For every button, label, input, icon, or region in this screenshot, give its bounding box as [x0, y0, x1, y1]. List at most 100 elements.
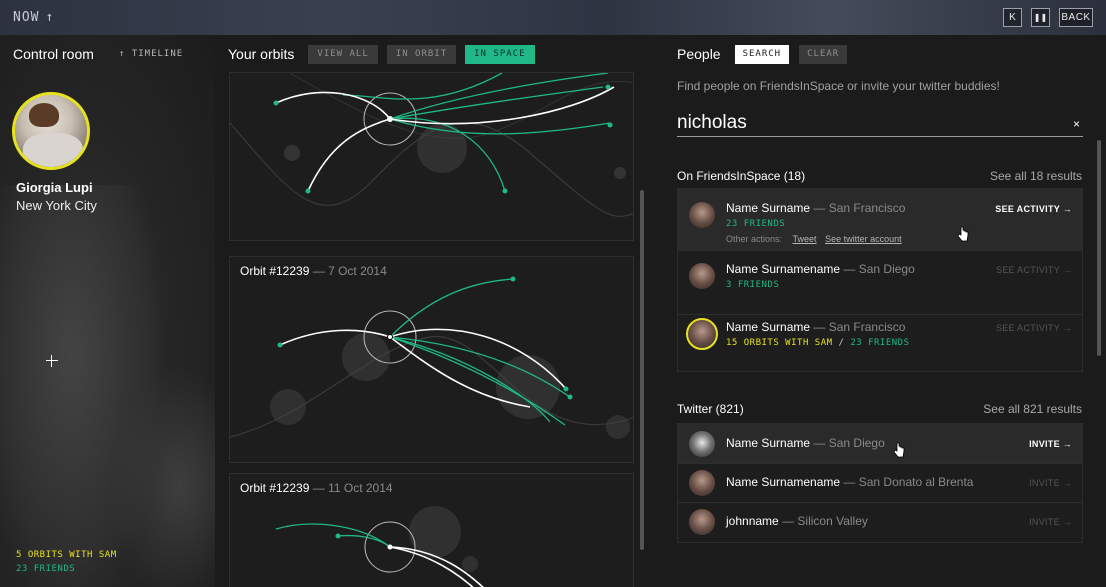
avatar-body	[23, 133, 83, 167]
people-header: People SEARCH CLEAR	[677, 44, 848, 64]
person-name: Name Surname	[726, 201, 811, 215]
person-city: — San Francisco	[813, 201, 906, 215]
orbits-with-sam-count: 5 ORBITS WITH SAM	[16, 550, 117, 560]
other-actions: Other actions: Tweet See twitter account	[726, 234, 902, 244]
person-city: — Silicon Valley	[782, 514, 868, 528]
orbit-id: Orbit #12239	[240, 264, 310, 278]
collapse-button[interactable]: K	[1003, 8, 1022, 27]
fis-see-all-link[interactable]: See all 18 results	[990, 169, 1082, 183]
see-twitter-account-link[interactable]: See twitter account	[825, 234, 902, 244]
now-label: NOW	[13, 10, 40, 25]
map-background-secondary	[110, 365, 215, 587]
twitter-heading: Twitter (821)	[677, 402, 744, 416]
list-item[interactable]: Name Surname — San Francisco 15 ORBITS W…	[678, 315, 1082, 371]
invite-button[interactable]: INVITE →	[1029, 478, 1072, 488]
fis-section-header: On FriendsInSpace (18) See all 18 result…	[677, 169, 1082, 185]
orbits-header: Your orbits VIEW ALL IN ORBIT IN SPACE	[228, 44, 544, 64]
orbit-date: — 7 Oct 2014	[312, 264, 387, 278]
avatar	[689, 509, 715, 535]
avatar	[689, 263, 715, 289]
avatar	[689, 202, 715, 228]
person-name: Name Surname	[726, 320, 811, 334]
clear-search-icon[interactable]: ×	[1073, 117, 1080, 131]
result-name: Name Surname — San Francisco	[726, 201, 905, 215]
person-name: johnname	[726, 514, 779, 528]
see-activity-button[interactable]: SEE ACTIVITY →	[996, 265, 1072, 275]
location-crosshair-icon	[46, 355, 58, 367]
tweet-link[interactable]: Tweet	[793, 234, 817, 244]
invite-button[interactable]: INVITE →	[1029, 517, 1072, 527]
see-activity-button[interactable]: SEE ACTIVITY →	[996, 323, 1072, 333]
clear-button[interactable]: CLEAR	[799, 44, 848, 64]
orbits-scrollbar[interactable]	[640, 190, 644, 550]
hand-cursor-icon	[893, 442, 905, 458]
fis-heading: On FriendsInSpace (18)	[677, 169, 806, 183]
people-title: People	[677, 46, 721, 62]
person-city: — San Diego	[843, 262, 915, 276]
orbit-date: — 11 Oct 2014	[312, 481, 393, 495]
control-room-title: Control room	[13, 46, 94, 62]
hand-cursor-icon	[957, 226, 969, 242]
result-name: Name Surnamename — San Diego	[726, 262, 915, 276]
timeline-link[interactable]: ↑ TIMELINE	[119, 49, 183, 59]
friends-count: 23 FRIENDS	[850, 338, 910, 348]
filter-in-space[interactable]: IN SPACE	[465, 44, 535, 64]
pause-button[interactable]: ❚❚	[1031, 8, 1050, 27]
twitter-see-all-link[interactable]: See all 821 results	[983, 402, 1082, 416]
avatar-hair	[29, 103, 59, 127]
avatar	[689, 470, 715, 496]
other-actions-label: Other actions:	[726, 234, 783, 244]
filter-in-orbit[interactable]: IN ORBIT	[386, 44, 457, 64]
friends-count: 23 FRIENDS	[726, 219, 786, 229]
list-item[interactable]: johnname — Silicon Valley INVITE →	[678, 503, 1082, 542]
people-hint: Find people on FriendsInSpace or invite …	[677, 79, 1000, 93]
list-item[interactable]: Name Surname — San Francisco 23 FRIENDS …	[678, 189, 1082, 251]
list-item[interactable]: Name Surnamename — San Diego 3 FRIENDS S…	[678, 251, 1082, 315]
user-city: New York City	[16, 198, 97, 213]
invite-button[interactable]: INVITE →	[1029, 439, 1072, 449]
orbit-title: Orbit #12239 — 11 Oct 2014	[240, 481, 393, 495]
orbit-card[interactable]	[229, 72, 634, 241]
result-name: johnname — Silicon Valley	[726, 514, 868, 528]
orbit-card[interactable]: Orbit #12239 — 7 Oct 2014	[229, 256, 634, 463]
avatar	[686, 318, 718, 350]
orbit-id: Orbit #12239	[240, 481, 310, 495]
see-activity-button[interactable]: SEE ACTIVITY →	[995, 204, 1072, 214]
user-avatar[interactable]	[12, 92, 90, 170]
back-button[interactable]: BACK	[1059, 8, 1093, 27]
search-button[interactable]: SEARCH	[734, 44, 790, 64]
person-name: Name Surname	[726, 436, 811, 450]
orbit-card[interactable]: Orbit #12239 — 11 Oct 2014	[229, 473, 634, 587]
pause-icon: ❚❚	[1033, 13, 1048, 22]
top-bar: NOW ↑ K ❚❚ BACK	[0, 0, 1106, 35]
fis-results-list: Name Surname — San Francisco 23 FRIENDS …	[677, 188, 1083, 372]
person-name: Name Surnamename	[726, 262, 841, 276]
user-name: Giorgia Lupi	[16, 180, 93, 195]
result-stats: 3 FRIENDS	[726, 280, 779, 290]
person-name: Name Surnamename	[726, 475, 841, 489]
avatar	[689, 431, 715, 457]
user-stats: 5 ORBITS WITH SAM 23 FRIENDS	[16, 548, 117, 576]
orbit-visualization	[230, 73, 633, 217]
result-name: Name Surnamename — San Donato al Brenta	[726, 475, 973, 489]
friends-count: 23 FRIENDS	[16, 564, 76, 574]
orbits-title: Your orbits	[228, 46, 295, 62]
stat-separator: /	[838, 338, 845, 348]
search-input[interactable]	[677, 110, 1047, 136]
result-stats: 15 ORBITS WITH SAM / 23 FRIENDS	[726, 338, 910, 348]
result-name: Name Surname — San Diego	[726, 436, 885, 450]
list-item[interactable]: Name Surname — San Diego INVITE →	[678, 424, 1082, 464]
orbit-title: Orbit #12239 — 7 Oct 2014	[240, 264, 387, 278]
person-city: — San Diego	[813, 436, 885, 450]
result-name: Name Surname — San Francisco	[726, 320, 905, 334]
orbits-with-sam-count: 15 ORBITS WITH SAM	[726, 338, 833, 348]
orbit-visualization	[230, 276, 633, 439]
person-city: — San Donato al Brenta	[843, 475, 974, 489]
friends-count: 3 FRIENDS	[726, 280, 780, 290]
now-timeline-link[interactable]: NOW ↑	[13, 10, 54, 25]
result-stats: 23 FRIENDS	[726, 219, 785, 229]
people-scrollbar[interactable]	[1097, 140, 1101, 356]
list-item[interactable]: Name Surnamename — San Donato al Brenta …	[678, 464, 1082, 503]
filter-view-all[interactable]: VIEW ALL	[308, 44, 378, 64]
up-arrow-icon: ↑	[45, 10, 55, 25]
